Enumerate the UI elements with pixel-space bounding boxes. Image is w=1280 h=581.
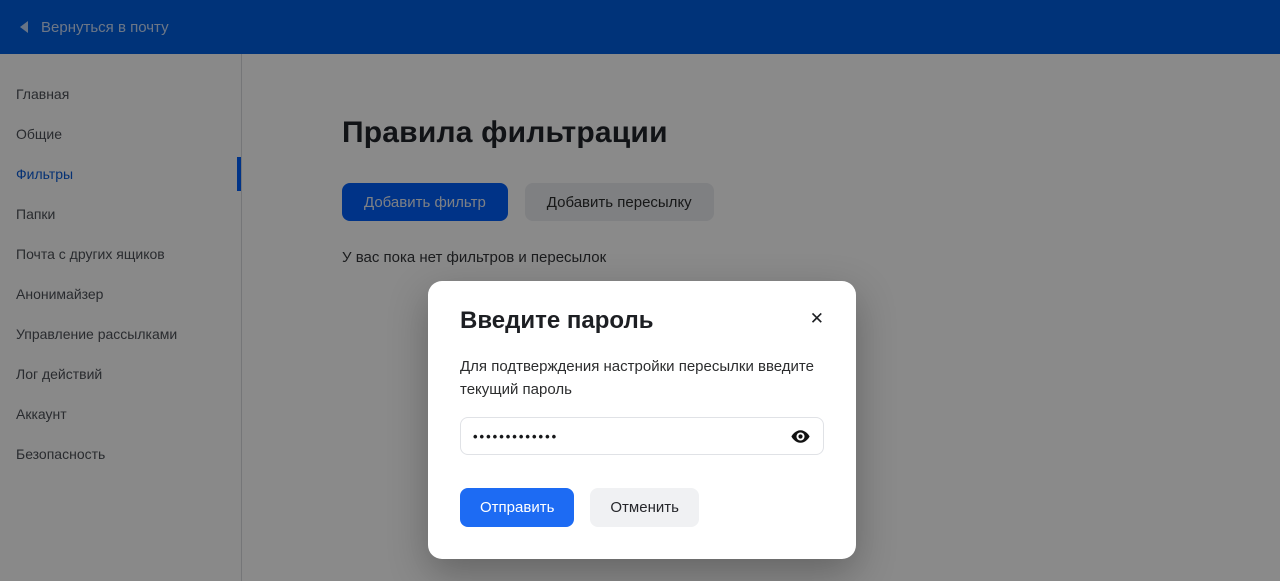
password-modal: Введите пароль ✕ Для подтверждения настр… bbox=[428, 281, 856, 559]
modal-description: Для подтверждения настройки пересылки вв… bbox=[460, 355, 824, 401]
settings-app: Вернуться в почту Главная Общие Фильтры … bbox=[0, 0, 1280, 581]
close-icon[interactable]: ✕ bbox=[806, 307, 828, 332]
modal-title: Введите пароль bbox=[460, 305, 653, 337]
eye-icon bbox=[790, 426, 811, 447]
modal-header: Введите пароль ✕ bbox=[460, 305, 824, 337]
toggle-password-visibility-button[interactable] bbox=[787, 423, 813, 449]
password-input[interactable] bbox=[473, 429, 787, 444]
submit-button[interactable]: Отправить bbox=[460, 488, 574, 527]
password-field-wrapper bbox=[460, 417, 824, 455]
cancel-button[interactable]: Отменить bbox=[590, 488, 699, 527]
modal-actions: Отправить Отменить bbox=[460, 488, 824, 527]
